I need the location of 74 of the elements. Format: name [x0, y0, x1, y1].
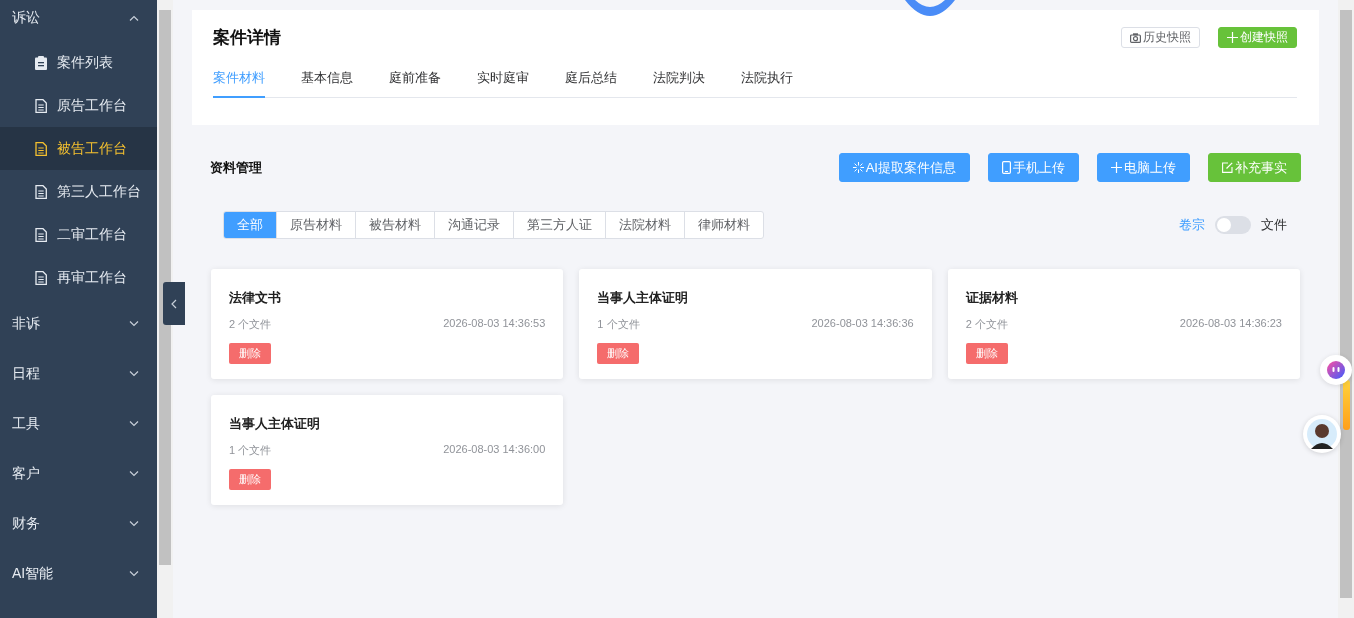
chevron-down-icon	[129, 371, 139, 377]
logo-icon	[905, 0, 955, 16]
folder-card[interactable]: 当事人主体证明 1 个文件 2026-08-03 14:36:00 删除	[211, 395, 564, 505]
menu-item[interactable]: 二审工作台	[0, 213, 157, 256]
card-title: 当事人主体证明	[229, 415, 321, 433]
chevron-down-icon	[129, 521, 139, 527]
toggle-label: 文件	[1261, 216, 1287, 234]
chevron-down-icon	[129, 471, 139, 477]
filter-tab[interactable]: 被告材料	[355, 212, 434, 238]
menu-group[interactable]: 非诉	[0, 299, 157, 349]
chevron-down-icon	[129, 321, 139, 327]
folder-card[interactable]: 当事人主体证明 1 个文件 2026-08-03 14:36:36 删除	[579, 269, 932, 379]
menu-item[interactable]: 案件列表	[0, 41, 157, 84]
card-title: 证据材料	[965, 289, 1019, 307]
card-title: 当事人主体证明	[597, 289, 690, 307]
tab[interactable]: 庭前准备	[389, 69, 441, 98]
scrollbar[interactable]	[1338, 0, 1354, 618]
filter-tab[interactable]: 第三方人证	[513, 212, 605, 238]
snapshot-button[interactable]: 历史快照	[1121, 27, 1200, 48]
camera-icon	[1130, 32, 1141, 43]
chevron-up-icon	[129, 15, 139, 21]
folder-card[interactable]: 法律文书 2 个文件 2026-08-03 14:36:53 删除	[211, 269, 564, 379]
edit-icon	[1222, 162, 1233, 173]
filter-tab[interactable]: 原告材料	[276, 212, 355, 238]
menu-group[interactable]: AI智能	[0, 549, 157, 599]
timestamp: 2026-08-03 14:36:00	[443, 443, 546, 457]
chatbot-button[interactable]	[1320, 355, 1352, 385]
avatar-button[interactable]	[1303, 415, 1341, 453]
avatar-icon	[1307, 419, 1337, 449]
tab[interactable]: 基本信息	[301, 69, 353, 98]
plus-icon	[1111, 162, 1122, 173]
filter-tab[interactable]: 律师材料	[684, 212, 763, 238]
phone-icon	[1002, 161, 1011, 174]
menu-group[interactable]: 诉讼	[0, 0, 157, 36]
timestamp: 2026-08-03 14:36:53	[443, 317, 546, 331]
scrollbar[interactable]	[157, 0, 173, 618]
timestamp: 2026-08-03 14:36:23	[1179, 317, 1282, 331]
file-count: 2 个文件	[965, 317, 1008, 332]
chevron-down-icon	[129, 421, 139, 427]
menu-item[interactable]: 再审工作台	[0, 256, 157, 299]
filter-tab[interactable]: 沟通记录	[434, 212, 513, 238]
tab[interactable]: 庭后总结	[565, 69, 617, 98]
tab[interactable]: 实时庭审	[477, 69, 529, 98]
timestamp: 2026-08-03 14:36:36	[811, 317, 914, 331]
document-icon	[35, 98, 47, 113]
clipboard-icon	[35, 55, 47, 70]
robot-icon	[1326, 360, 1346, 380]
menu-group[interactable]: 日程	[0, 349, 157, 399]
section-title: 资料管理	[210, 158, 262, 177]
file-count: 1 个文件	[597, 317, 640, 332]
filter-tab[interactable]: 法院材料	[605, 212, 684, 238]
tab[interactable]: 法院判决	[653, 69, 705, 98]
menu-item[interactable]: 原告工作台	[0, 84, 157, 127]
menu-group[interactable]: 客户	[0, 449, 157, 499]
folder-card[interactable]: 证据材料 2 个文件 2026-08-03 14:36:23 删除	[947, 269, 1300, 379]
menu-group[interactable]: 财务	[0, 499, 157, 549]
toggle-label: 卷宗	[1179, 216, 1205, 234]
menu-item[interactable]: 第三人工作台	[0, 170, 157, 213]
card-title: 法律文书	[229, 289, 282, 307]
page-title: 案件详情	[213, 27, 281, 49]
document-icon	[35, 184, 47, 199]
view-switch[interactable]	[1215, 216, 1251, 234]
file-count: 1 个文件	[229, 443, 272, 458]
menu-item[interactable]: 被告工作台	[0, 127, 157, 170]
file-count: 2 个文件	[229, 317, 272, 332]
chevron-down-icon	[129, 571, 139, 577]
sparkle-icon	[852, 162, 864, 173]
document-icon	[35, 270, 47, 285]
tab[interactable]: 法院执行	[741, 69, 793, 98]
document-icon	[35, 141, 47, 156]
document-icon	[35, 227, 47, 242]
menu-group[interactable]: 工具	[0, 399, 157, 449]
plus-icon	[1227, 32, 1238, 43]
chevron-left-icon	[171, 298, 177, 309]
